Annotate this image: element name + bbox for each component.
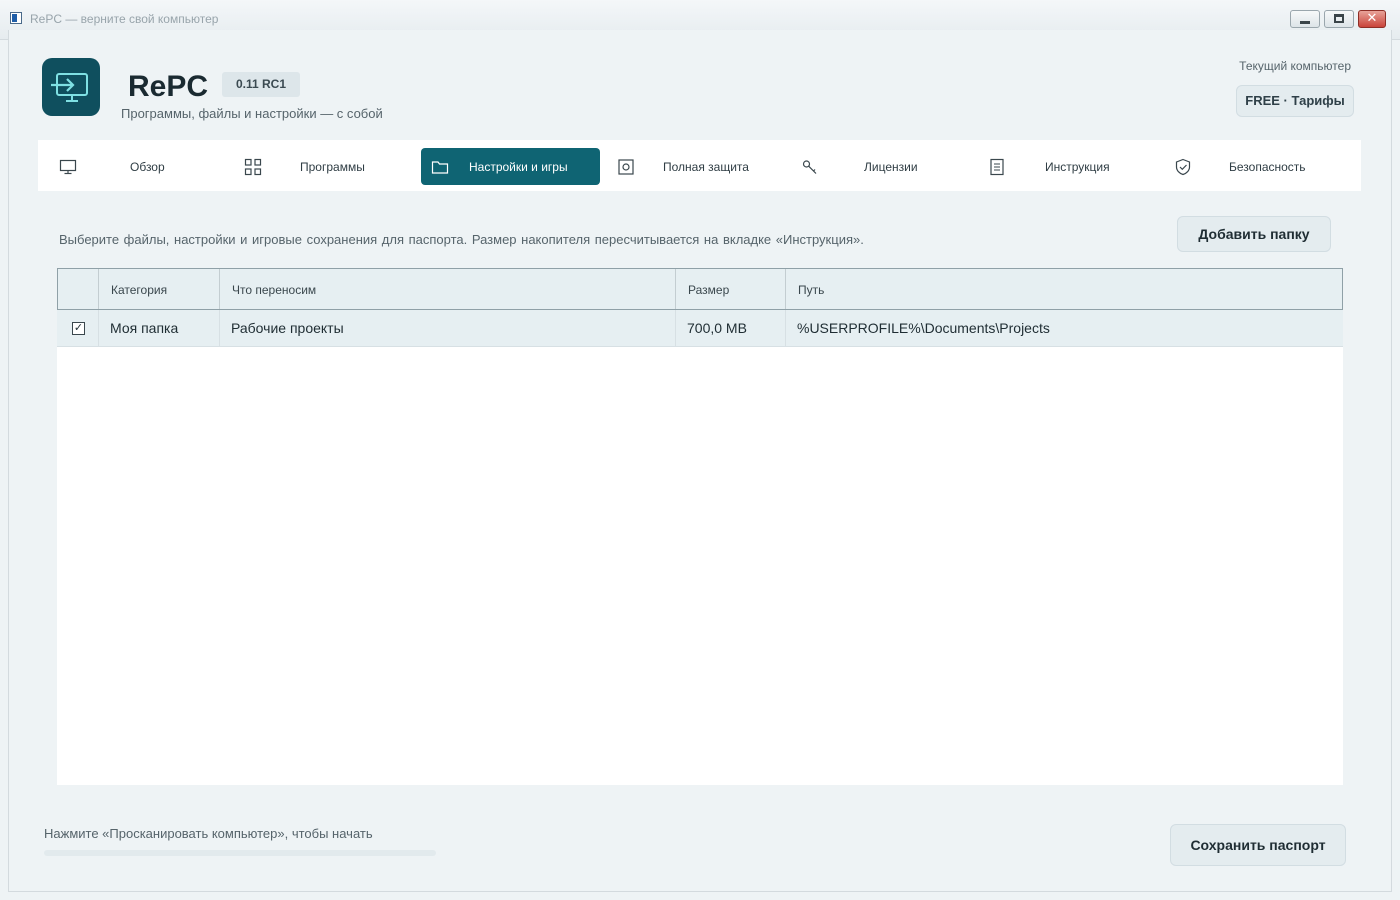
tab-bar: Обзор Программы Настройки и игры Полная … xyxy=(38,140,1361,191)
column-header-what[interactable]: Что переносим xyxy=(220,269,676,309)
row-checkbox-cell: ✓ xyxy=(57,310,99,347)
tab-settings-games[interactable]: Настройки и игры xyxy=(421,148,600,185)
status-text: Нажмите «Просканировать компьютер», чтоб… xyxy=(44,826,373,841)
apps-grid-icon xyxy=(244,158,262,176)
column-header-category[interactable]: Категория xyxy=(99,269,220,309)
maximize-icon xyxy=(1334,14,1344,23)
save-passport-button[interactable]: Сохранить паспорт xyxy=(1170,824,1346,866)
minimize-button[interactable] xyxy=(1290,10,1320,28)
tab-overview[interactable]: Обзор xyxy=(42,148,214,185)
disk-icon xyxy=(617,158,635,176)
maximize-button[interactable] xyxy=(1324,10,1354,28)
tab-label: Обзор xyxy=(130,160,165,174)
shield-icon xyxy=(1174,158,1192,176)
table-row[interactable]: ✓ Моя папка Рабочие проекты 700,0 MB %US… xyxy=(57,310,1343,347)
column-header-size[interactable]: Размер xyxy=(676,269,786,309)
logo-monitor-arrow-icon xyxy=(51,73,88,102)
document-icon xyxy=(988,158,1006,176)
app-name: RePC xyxy=(128,70,209,103)
close-icon: ✕ xyxy=(1366,10,1378,25)
folder-icon xyxy=(431,158,449,176)
window-title: RePC — верните свой компьютер xyxy=(30,12,219,26)
monitor-icon xyxy=(59,158,77,176)
plan-button[interactable]: FREE · Тарифы xyxy=(1236,85,1354,117)
column-header-check[interactable] xyxy=(58,269,99,309)
cell-category: Моя папка xyxy=(99,310,220,347)
version-badge: 0.11 RC1 xyxy=(222,72,300,97)
progress-bar xyxy=(44,850,436,856)
current-pc-label: Текущий компьютер xyxy=(1239,59,1351,73)
minimize-icon xyxy=(1300,21,1310,24)
app-window-icon xyxy=(10,12,22,24)
tab-label: Программы xyxy=(300,160,365,174)
key-icon xyxy=(801,158,819,176)
cell-what: Рабочие проекты xyxy=(220,310,676,347)
transfer-table: Категория Что переносим Размер Путь ✓ Мо… xyxy=(57,268,1343,785)
close-button[interactable]: ✕ xyxy=(1358,10,1386,28)
row-checkbox[interactable]: ✓ xyxy=(72,322,85,335)
tab-licenses[interactable]: Лицензии xyxy=(794,148,974,185)
table-header: Категория Что переносим Размер Путь xyxy=(57,268,1343,310)
tab-label: Лицензии xyxy=(864,160,918,174)
tab-label: Инструкция xyxy=(1045,160,1110,174)
cell-size: 700,0 MB xyxy=(676,310,786,347)
tab-security[interactable]: Безопасность xyxy=(1170,148,1350,185)
tab-instructions[interactable]: Инструкция xyxy=(983,148,1163,185)
tab-full-protection[interactable]: Полная защита xyxy=(610,148,788,185)
tab-label: Полная защита xyxy=(663,160,749,174)
app-logo xyxy=(42,58,100,116)
cell-path: %USERPROFILE%\Documents\Projects xyxy=(797,320,1050,336)
app-tagline: Программы, файлы и настройки — с собой xyxy=(121,106,383,121)
tab-label: Настройки и игры xyxy=(469,160,568,174)
column-header-path[interactable]: Путь xyxy=(786,269,1342,309)
page-description: Выберите файлы, настройки и игровые сохр… xyxy=(59,232,864,247)
tab-label: Безопасность xyxy=(1229,160,1306,174)
tab-programs[interactable]: Программы xyxy=(228,148,406,185)
add-folder-button[interactable]: Добавить папку xyxy=(1177,216,1331,252)
